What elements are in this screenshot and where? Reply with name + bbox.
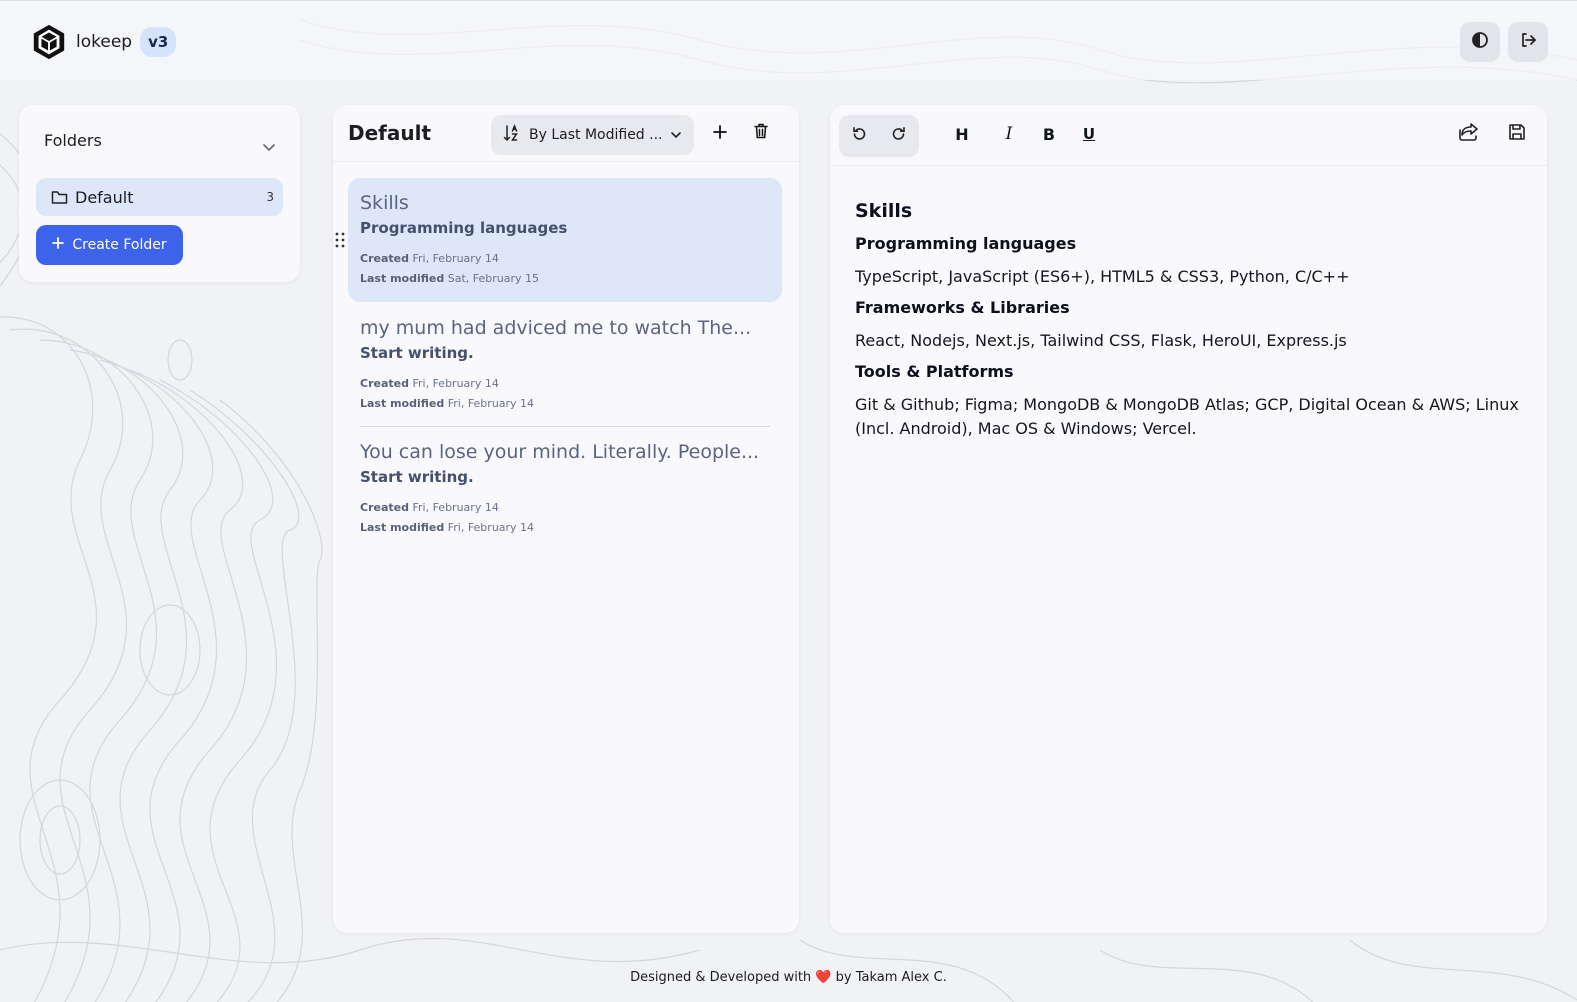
editor-paragraph: React, Nodejs, Next.js, Tailwind CSS, Fl… — [855, 331, 1347, 350]
created-date: Fri, February 14 — [412, 501, 499, 514]
note-subtitle: Start writing. — [360, 344, 474, 362]
save-button[interactable] — [1499, 116, 1535, 152]
create-folder-button[interactable]: Create Folder — [36, 225, 183, 265]
sort-label: By Last Modified ... — [529, 127, 662, 143]
note-title: my mum had adviced me to watch The... — [360, 317, 752, 339]
share-button[interactable] — [1451, 116, 1487, 152]
note-subtitle: Start writing. — [360, 468, 474, 486]
note-item[interactable]: You can lose your mind. Literally. Peopl… — [348, 427, 782, 551]
editor-paragraph: TypeScript, JavaScript (ES6+), HTML5 & C… — [855, 267, 1350, 286]
created-date: Fri, February 14 — [412, 252, 499, 265]
editor-subheading: Programming languages — [855, 234, 1077, 253]
undo-button[interactable] — [841, 118, 877, 154]
contrast-icon — [1471, 31, 1489, 53]
modified-label: Last modified — [360, 272, 445, 285]
redo-button[interactable] — [881, 118, 917, 154]
footer: Designed & Developed with ❤️ by Takam Al… — [0, 970, 1577, 985]
share-icon — [1458, 122, 1480, 146]
created-label: Created — [360, 377, 409, 390]
modified-label: Last modified — [360, 521, 445, 534]
toolbar-divider — [830, 165, 1547, 166]
editor-paragraph: Git & Github; Figma; MongoDB & MongoDB A… — [855, 395, 1519, 438]
chevron-down-icon — [670, 127, 682, 143]
folder-item-default[interactable]: Default 3 — [36, 178, 283, 216]
notes-panel: Default By Last Modified ... Skills Prog… — [333, 105, 799, 933]
app-logo[interactable]: lokeep v3 — [30, 23, 177, 61]
note-dates: Created Fri, February 14 Last modified F… — [360, 498, 770, 538]
plus-icon — [713, 124, 727, 143]
note-dates: Created Fri, February 14 Last modified S… — [360, 249, 770, 289]
folder-count: 3 — [266, 190, 274, 204]
modified-date: Fri, February 14 — [447, 521, 535, 534]
heart-icon: ❤️ — [815, 970, 832, 985]
note-title: You can lose your mind. Literally. Peopl… — [360, 441, 760, 463]
folder-name: Default — [75, 187, 134, 207]
app-name: lokeep — [76, 32, 133, 52]
note-item[interactable]: my mum had adviced me to watch The... St… — [348, 303, 782, 427]
folders-panel: Folders Default 3 Create Folder — [19, 105, 300, 282]
editor-heading: Skills — [855, 200, 913, 222]
logout-button[interactable] — [1508, 22, 1548, 62]
note-subtitle: Programming languages — [360, 219, 568, 237]
italic-button[interactable]: I — [991, 116, 1027, 152]
underline-button[interactable]: U — [1071, 116, 1107, 152]
modified-date: Sat, February 15 — [447, 272, 539, 285]
drag-handle-icon[interactable] — [334, 231, 346, 253]
editor-subheading: Frameworks & Libraries — [855, 298, 1070, 317]
heading-button[interactable]: H — [944, 116, 980, 152]
created-label: Created — [360, 501, 409, 514]
delete-folder-button[interactable] — [746, 118, 776, 148]
hexagon-cube-icon — [30, 23, 68, 61]
note-item[interactable]: Skills Programming languages Created Fri… — [348, 178, 782, 302]
created-label: Created — [360, 252, 409, 265]
add-note-button[interactable] — [705, 118, 735, 148]
modified-date: Fri, February 14 — [447, 397, 535, 410]
folder-title: Default — [348, 121, 432, 145]
divider — [333, 161, 799, 162]
editor-content[interactable]: Skills Programming languages TypeScript,… — [855, 199, 1525, 449]
bold-button[interactable]: B — [1031, 116, 1067, 152]
top-bar: lokeep v3 — [0, 0, 1577, 80]
sort-az-icon — [503, 123, 521, 146]
folder-icon — [51, 190, 68, 205]
note-title: Skills — [360, 192, 409, 214]
trash-icon — [754, 123, 768, 143]
plus-icon — [52, 237, 65, 253]
editor-subheading: Tools & Platforms — [855, 362, 1014, 381]
editor-panel: H I B U Skills Programming languages Typ… — [830, 105, 1547, 933]
created-date: Fri, February 14 — [412, 377, 499, 390]
footer-text-after: by Takam Alex C. — [835, 970, 947, 985]
logout-icon — [1519, 31, 1537, 53]
sort-select[interactable]: By Last Modified ... — [491, 115, 694, 155]
version-badge: v3 — [140, 27, 177, 57]
footer-text-before: Designed & Developed with — [630, 970, 812, 985]
create-folder-label: Create Folder — [72, 237, 167, 253]
folders-title: Folders — [44, 131, 102, 150]
chevron-down-icon[interactable] — [262, 137, 276, 156]
note-dates: Created Fri, February 14 Last modified F… — [360, 374, 770, 414]
theme-toggle-button[interactable] — [1460, 22, 1500, 62]
redo-icon — [891, 126, 907, 146]
modified-label: Last modified — [360, 397, 445, 410]
save-icon — [1508, 123, 1526, 145]
undo-icon — [851, 126, 867, 146]
